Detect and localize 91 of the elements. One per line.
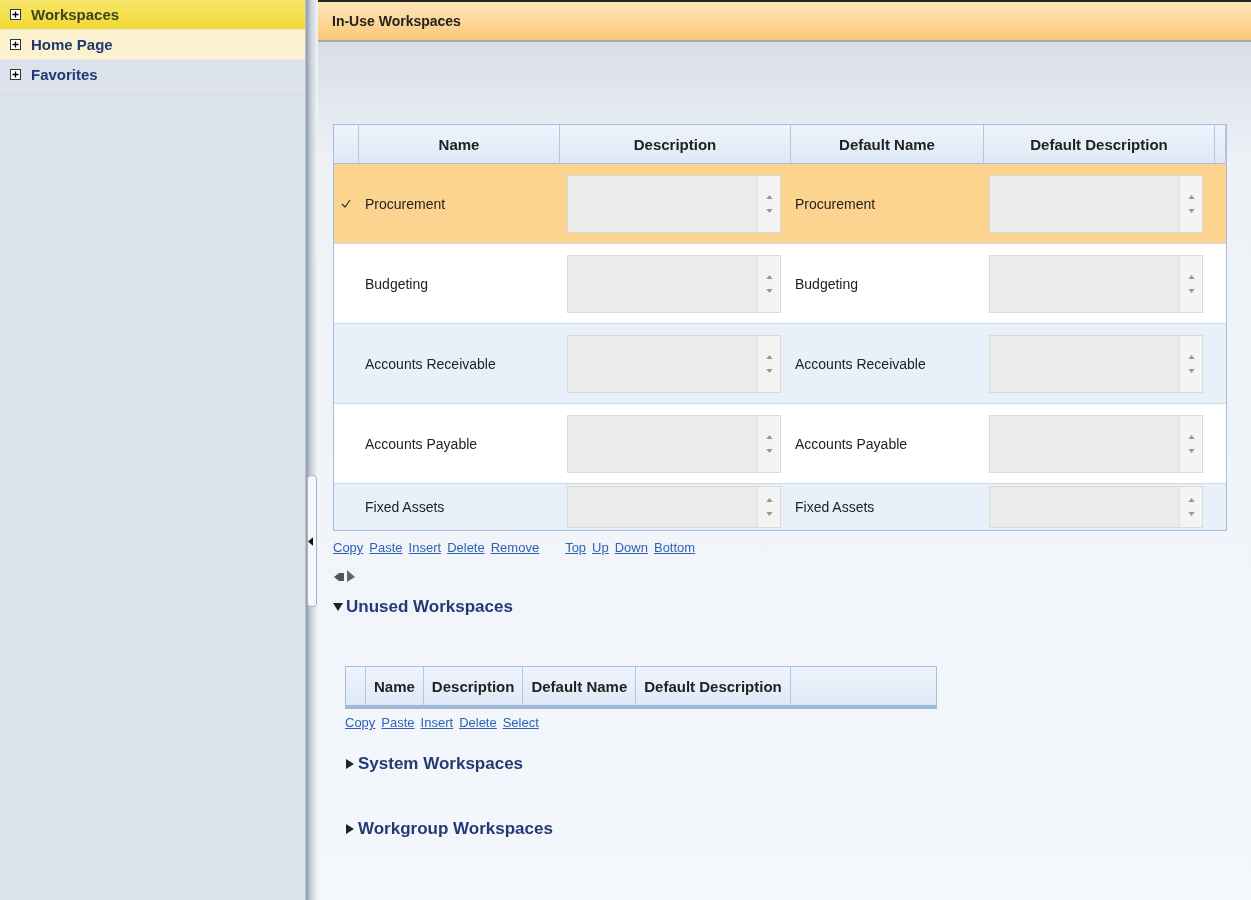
action-link[interactable]: Copy (345, 715, 376, 730)
up-arrow-icon[interactable] (1187, 498, 1195, 502)
table-cell-text: Fixed Assets (364, 499, 445, 515)
action-link[interactable]: Select (502, 715, 539, 730)
spinner[interactable] (1179, 487, 1202, 527)
description-field[interactable] (567, 486, 781, 528)
table-row[interactable]: Accounts Receivable Accounts Receivable (334, 324, 1226, 404)
action-link[interactable]: Insert (408, 540, 442, 555)
up-arrow-icon[interactable] (765, 194, 773, 199)
table-cell-text: Fixed Assets (794, 499, 875, 515)
down-arrow-icon[interactable] (765, 288, 773, 293)
table-cell-text: Accounts Receivable (794, 355, 926, 372)
spinner[interactable] (757, 415, 780, 472)
section-header[interactable]: Workgroup Workspaces (345, 819, 1235, 839)
description-field[interactable] (989, 254, 1203, 313)
table-cell-text: Accounts Payable (794, 435, 908, 452)
spinner[interactable] (1179, 335, 1202, 392)
action-link[interactable]: Delete (447, 540, 485, 555)
table-cell-text: Procurement (794, 195, 876, 212)
spinner[interactable] (757, 175, 780, 232)
description-field[interactable] (989, 414, 1203, 473)
panel-title: In-Use Workspaces (332, 13, 461, 29)
right-triangle-icon[interactable] (345, 759, 355, 769)
up-arrow-icon[interactable] (765, 498, 773, 502)
spinner[interactable] (757, 487, 780, 527)
description-field[interactable] (989, 174, 1203, 233)
table-row[interactable]: Fixed Assets Fixed Assets (334, 484, 1226, 530)
column-header[interactable]: Default Description (984, 125, 1215, 163)
section-header[interactable]: System Workspaces (345, 754, 1235, 774)
up-arrow-icon[interactable] (765, 434, 773, 439)
plus-box-icon[interactable] (10, 69, 21, 80)
column-header[interactable]: Description (423, 667, 524, 705)
description-field[interactable] (567, 254, 781, 313)
down-arrow-icon[interactable] (1187, 288, 1195, 293)
action-link[interactable]: Delete (459, 715, 497, 730)
table-cell-text: Budgeting (794, 275, 859, 292)
right-triangle-icon[interactable] (345, 824, 355, 834)
down-arrow-icon[interactable] (765, 512, 773, 516)
sidebar-item[interactable]: Favorites (0, 60, 305, 90)
description-field[interactable] (567, 334, 781, 393)
table-cell-text: Accounts Receivable (364, 355, 496, 372)
down-arrow-icon[interactable] (1187, 512, 1195, 516)
down-arrow-icon[interactable] (1187, 208, 1195, 213)
down-arrow-icon[interactable] (765, 448, 773, 453)
column-header[interactable]: Default Name (523, 667, 637, 705)
up-arrow-icon[interactable] (1187, 354, 1195, 359)
description-field[interactable] (989, 486, 1203, 528)
description-field[interactable] (567, 174, 781, 233)
action-link[interactable]: Top (565, 540, 587, 555)
sidebar-item[interactable]: Workspaces (0, 0, 305, 30)
sidebar-item[interactable]: Home Page (0, 30, 305, 60)
column-header[interactable]: Name (359, 125, 560, 163)
plus-box-icon[interactable] (10, 9, 21, 20)
spinner[interactable] (757, 335, 780, 392)
action-link[interactable]: Up (592, 540, 609, 555)
table-cell-text: Accounts Payable (364, 435, 478, 452)
spinner[interactable] (757, 255, 780, 312)
down-triangle-icon[interactable] (333, 602, 343, 612)
up-arrow-icon[interactable] (1187, 434, 1195, 439)
up-arrow-icon[interactable] (765, 274, 773, 279)
table-row[interactable]: Procurement Procurement (334, 164, 1226, 244)
plus-box-icon[interactable] (10, 39, 21, 50)
action-link[interactable]: Remove (490, 540, 540, 555)
spinner[interactable] (1179, 175, 1202, 232)
action-link[interactable]: Paste (381, 715, 415, 730)
down-arrow-icon[interactable] (1187, 368, 1195, 373)
down-arrow-icon[interactable] (765, 208, 773, 213)
column-header[interactable]: Default Description (636, 667, 791, 705)
down-arrow-icon[interactable] (1187, 448, 1195, 453)
spinner[interactable] (1179, 415, 1202, 472)
collapse-handle[interactable] (307, 475, 317, 607)
action-link[interactable]: Paste (369, 540, 403, 555)
description-field[interactable] (989, 334, 1203, 393)
action-link[interactable]: Insert (420, 715, 454, 730)
check-icon (341, 199, 351, 208)
left-arrow-icon[interactable] (308, 536, 313, 546)
description-field[interactable] (567, 414, 781, 473)
column-header[interactable]: Name (366, 667, 424, 705)
action-link[interactable]: Down (614, 540, 648, 555)
up-arrow-icon[interactable] (765, 354, 773, 359)
column-header[interactable]: Description (560, 125, 791, 163)
table-cell-text: Budgeting (364, 275, 429, 292)
up-arrow-icon[interactable] (1187, 194, 1195, 199)
column-header[interactable]: Default Name (791, 125, 984, 163)
action-link[interactable]: Copy (333, 540, 364, 555)
section-header[interactable]: Unused Workspaces (333, 597, 1235, 617)
action-link[interactable]: Bottom (653, 540, 696, 555)
down-arrow-icon[interactable] (765, 368, 773, 373)
table-cell-text: Procurement (364, 195, 446, 212)
up-arrow-icon[interactable] (1187, 274, 1195, 279)
spinner[interactable] (1179, 255, 1202, 312)
